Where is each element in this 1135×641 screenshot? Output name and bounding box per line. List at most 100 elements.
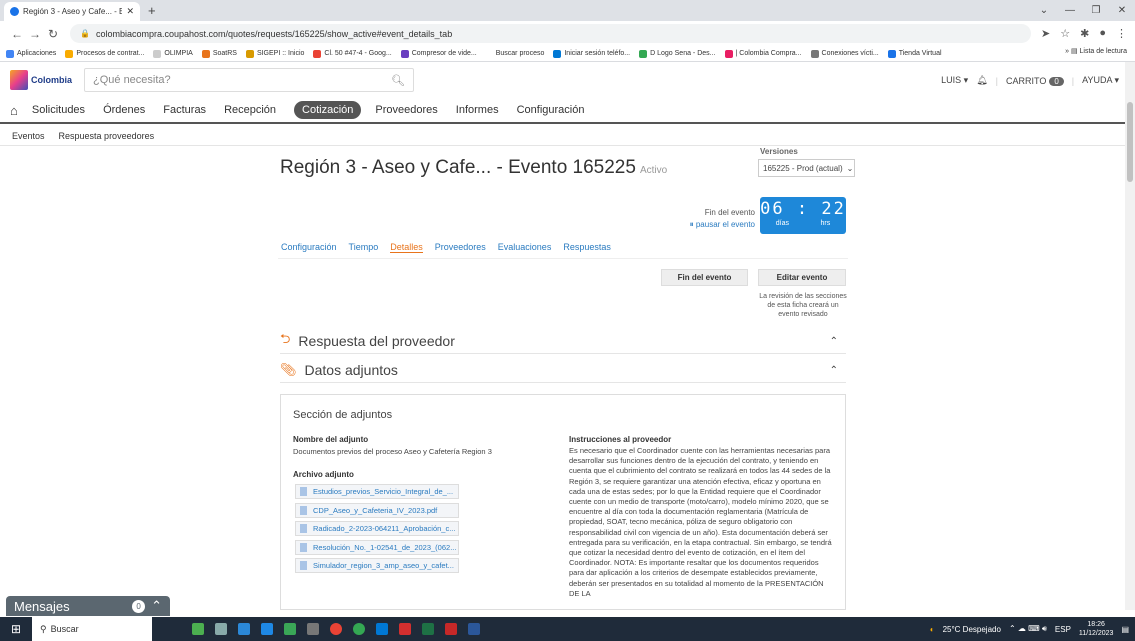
bookmark-item[interactable]: Compresor de vide... <box>400 49 477 58</box>
back-icon[interactable]: ← <box>8 27 26 41</box>
url-field[interactable]: 🔒 colombiacompra.coupahost.com/quotes/re… <box>70 24 1032 43</box>
word-icon[interactable] <box>468 623 480 635</box>
bookmark-item[interactable]: Procesos de contrat... <box>65 49 144 58</box>
bookmark-item[interactable]: D Logo Sena - Des... <box>639 49 716 58</box>
attachment-file-link[interactable]: Resolución_No._1-02541_de_2023_(062... <box>295 540 459 555</box>
tab-evaluaciones[interactable]: Evaluaciones <box>498 242 552 253</box>
nav-item-configuracion[interactable]: Configuración <box>517 104 585 116</box>
close-window-button[interactable]: ✕ <box>1109 5 1135 16</box>
send-icon[interactable]: ➤ <box>1041 27 1050 40</box>
app-icon[interactable] <box>353 623 365 635</box>
nav-item-cotizacion[interactable]: Cotización <box>294 101 362 119</box>
attachment-file-link[interactable]: Simulador_region_3_amp_aseo_y_cafet... <box>295 558 459 573</box>
search-icon[interactable]: 🔍︎ <box>391 74 405 87</box>
menu-icon[interactable]: ⋮ <box>1116 27 1127 40</box>
tab-configuracion[interactable]: Configuración <box>281 242 337 253</box>
bookmark-item[interactable]: SoatRS <box>201 49 237 58</box>
attachment-file-link[interactable]: Radicado_2-2023-064211_Aprobación_c... <box>295 521 459 536</box>
search-input[interactable]: ¿Qué necesita? 🔍︎ <box>84 68 414 92</box>
chrome-icon[interactable] <box>330 623 342 635</box>
bookmark-item[interactable]: Aplicaciones <box>6 49 56 58</box>
notifications-icon[interactable]: 🔔︎ <box>976 75 987 86</box>
bookmark-item[interactable]: Buscar proceso <box>496 50 545 57</box>
user-menu[interactable]: LUIS ▾ <box>941 75 968 86</box>
page-scrollbar[interactable] <box>1125 62 1135 610</box>
timer-days-label: días <box>775 220 789 227</box>
app-icon[interactable] <box>376 623 388 635</box>
app-icon[interactable] <box>192 623 204 635</box>
supplier-response-section[interactable]: ⮌ Respuesta del proveedor ⌃ <box>280 329 846 354</box>
chevron-up-icon[interactable]: ⌃ <box>830 336 838 347</box>
app-icon[interactable] <box>284 623 296 635</box>
bookmark-item[interactable]: Iniciar sesión teléfo... <box>553 49 630 58</box>
nav-item-ordenes[interactable]: Órdenes <box>103 104 145 116</box>
taskbar-search[interactable]: ⚲ Buscar <box>32 617 152 641</box>
tab-respuestas[interactable]: Respuestas <box>563 242 611 253</box>
nav-item-recepcion[interactable]: Recepción <box>224 104 276 116</box>
windows-start-icon[interactable]: ⊞ <box>0 622 32 636</box>
pause-event-link[interactable]: ⏸ pausar el evento <box>660 220 755 230</box>
forward-icon[interactable]: → <box>26 27 44 41</box>
messages-widget[interactable]: Mensajes 0 ⌃ <box>6 596 170 616</box>
tray-icons[interactable]: ⌃ ☁ ⌨ 🔊︎ <box>1009 624 1047 634</box>
page-title: Región 3 - Aseo y Cafe... - Evento 16522… <box>280 157 668 178</box>
nav-item-informes[interactable]: Informes <box>456 104 499 116</box>
tab-detalles[interactable]: Detalles <box>390 242 423 253</box>
tab-proveedores[interactable]: Proveedores <box>435 242 486 253</box>
logo[interactable]: Colombia <box>10 69 72 91</box>
nav-item-facturas[interactable]: Facturas <box>163 104 206 116</box>
tab-tiempo[interactable]: Tiempo <box>349 242 379 253</box>
new-tab-button[interactable]: + <box>148 3 156 18</box>
scrollbar-thumb[interactable] <box>1127 102 1133 182</box>
bookmark-item[interactable]: Cl. 50 #47-4 - Goog... <box>313 49 392 58</box>
end-event-button[interactable]: Fin del evento <box>661 269 748 286</box>
browser-tab[interactable]: Región 3 - Aseo y Cafe... - Eventos ✕ <box>4 2 140 21</box>
logo-text: Colombia <box>30 74 72 85</box>
edit-event-button[interactable]: Editar evento <box>758 269 846 286</box>
event-end-label: Fin del evento <box>704 208 755 217</box>
task-view-icon[interactable] <box>215 623 227 635</box>
tab-search-icon[interactable]: ⌄ <box>1031 5 1057 16</box>
maximize-button[interactable]: ❐ <box>1083 5 1109 16</box>
close-tab-icon[interactable]: ✕ <box>126 6 134 17</box>
attachments-section[interactable]: 📎︎ Datos adjuntos ⌃ <box>280 358 846 383</box>
subnav-item-eventos[interactable]: Eventos <box>12 131 45 141</box>
version-select[interactable]: 165225 - Prod (actual) ⌄ <box>758 159 855 177</box>
nav-item-solicitudes[interactable]: Solicitudes <box>32 104 85 116</box>
section-title: Respuesta del proveedor <box>298 333 455 349</box>
weather-text[interactable]: 25°C Despejado <box>943 625 1001 634</box>
attachment-file-link[interactable]: Estudios_previos_Servicio_Integral_de_..… <box>295 484 459 499</box>
clock-date: 11/12/2023 <box>1078 630 1114 637</box>
app-icon[interactable] <box>238 623 250 635</box>
help-menu[interactable]: AYUDA ▾ <box>1082 75 1119 86</box>
nav-item-proveedores[interactable]: Proveedores <box>375 104 437 116</box>
chevron-up-icon[interactable]: ⌃ <box>151 598 162 614</box>
home-icon[interactable]: ⌂ <box>10 103 18 118</box>
star-icon[interactable]: ☆ <box>1060 27 1070 40</box>
minimize-button[interactable]: — <box>1057 5 1083 16</box>
bookmark-item[interactable]: OLIMPIA <box>153 49 193 58</box>
reading-list[interactable]: » ▤ Lista de lectura <box>1059 47 1127 55</box>
notification-icon[interactable]: ▤ <box>1121 625 1129 634</box>
event-tabs: Configuración Tiempo Detalles Proveedore… <box>281 242 611 253</box>
attachment-file-link[interactable]: CDP_Aseo_y_Cafeteria_IV_2023.pdf <box>295 503 459 518</box>
bookmark-item[interactable]: | Colombia Compra... <box>724 49 802 58</box>
search-icon: ⚲ <box>40 623 47 634</box>
app-icon[interactable] <box>261 623 273 635</box>
cart-button[interactable]: CARRITO 0 <box>1006 76 1064 86</box>
bookmark-item[interactable]: SIGEPI :: Inicio <box>245 49 304 58</box>
file-icon <box>300 543 307 552</box>
excel-icon[interactable] <box>422 623 434 635</box>
subnav-item-respuesta-proveedores[interactable]: Respuesta proveedores <box>59 131 155 141</box>
chevron-up-icon[interactable]: ⌃ <box>830 365 838 376</box>
bookmark-item[interactable]: Tienda Virtual <box>887 49 942 58</box>
app-icon[interactable] <box>399 623 411 635</box>
reload-icon[interactable]: ↻ <box>44 27 62 41</box>
profile-icon[interactable]: ● <box>1099 27 1106 40</box>
bookmark-item[interactable]: Conexiones vícti... <box>810 49 879 58</box>
language-indicator[interactable]: ESP <box>1055 625 1071 634</box>
pdf-icon[interactable] <box>445 623 457 635</box>
extensions-icon[interactable]: ✱ <box>1080 27 1089 40</box>
clock[interactable]: 18:26 11/12/2023 <box>1079 620 1114 638</box>
app-icon[interactable] <box>307 623 319 635</box>
